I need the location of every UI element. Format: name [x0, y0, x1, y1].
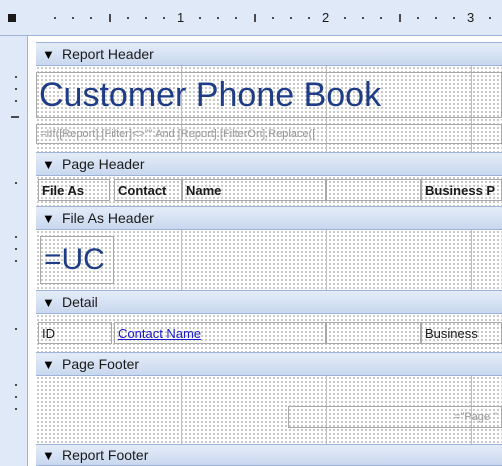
page-header-area[interactable]: File As Contact Name Business P	[36, 176, 502, 206]
detail-area[interactable]: ID Contact Name Business	[36, 314, 502, 352]
section-label: Page Footer	[62, 356, 140, 372]
ruler-tick	[271, 17, 274, 19]
section-bar-report-footer[interactable]: ▼ Report Footer	[36, 444, 502, 466]
ruler-tick	[90, 17, 93, 19]
filter-expression-textbox[interactable]: =IIf([Report].[Filter]<>"" And [Report].…	[36, 124, 502, 144]
arrow-icon: ▼	[42, 156, 55, 172]
ruler-tick	[15, 76, 17, 78]
contact-name-textbox[interactable]: Contact Name	[114, 322, 326, 344]
file-as-column-label[interactable]: File As	[38, 179, 110, 201]
ruler-tick	[362, 17, 365, 19]
business-phone-column-label[interactable]: Business P	[421, 179, 502, 201]
ruler-tick	[15, 182, 17, 184]
page-footer-area[interactable]: ="Page "	[36, 376, 502, 444]
ruler-tick	[416, 17, 419, 19]
ruler-tick	[11, 116, 19, 118]
ruler-tick	[15, 88, 17, 90]
arrow-icon: ▼	[42, 46, 55, 62]
blank-detail-textbox[interactable]	[326, 322, 421, 344]
section-bar-page-footer[interactable]: ▼ Page Footer	[36, 352, 502, 376]
ruler-tick	[452, 17, 455, 19]
name-column-label[interactable]: Name	[182, 179, 326, 201]
ruler-tick	[15, 408, 17, 410]
ruler-tick	[162, 17, 165, 19]
ruler-tick	[344, 17, 347, 19]
section-bar-report-header[interactable]: ▼ Report Header	[36, 42, 502, 66]
report-selector-icon[interactable]	[8, 14, 16, 22]
blank-column-label[interactable]	[326, 179, 421, 201]
ruler-tick	[72, 17, 75, 19]
ruler-tick	[144, 17, 147, 19]
report-header-area[interactable]: Customer Phone Book =IIf([Report].[Filte…	[36, 66, 502, 152]
ruler-tick	[15, 248, 17, 250]
ruler-tick	[307, 17, 310, 19]
ruler-tick	[15, 236, 17, 238]
ruler-tick	[126, 17, 129, 19]
vertical-ruler[interactable]	[0, 36, 28, 466]
section-label: Report Header	[62, 46, 154, 62]
page-number-textbox[interactable]: ="Page "	[288, 406, 502, 428]
ruler-tick	[253, 14, 256, 22]
file-as-header-area[interactable]: =UC	[36, 230, 502, 290]
section-label: Report Footer	[62, 447, 149, 463]
ruler-tick	[434, 17, 437, 19]
ruler-tick	[15, 260, 17, 262]
section-bar-detail[interactable]: ▼ Detail	[36, 290, 502, 314]
ruler-number: 1	[177, 10, 185, 25]
arrow-icon: ▼	[42, 294, 55, 310]
arrow-icon: ▼	[42, 356, 55, 372]
ruler-number: 2	[322, 10, 330, 25]
ruler-tick	[108, 14, 111, 22]
ruler-tick	[380, 17, 383, 19]
ruler-tick	[217, 17, 220, 19]
ruler-number: 3	[467, 10, 475, 25]
ruler-tick	[289, 17, 292, 19]
ruler-tick	[398, 14, 401, 22]
ruler-tick	[15, 384, 17, 386]
id-textbox[interactable]: ID	[38, 322, 112, 344]
section-label: Page Header	[62, 156, 145, 172]
ruler-tick	[54, 17, 57, 19]
report-title-label[interactable]: Customer Phone Book	[36, 72, 502, 118]
file-as-group-textbox[interactable]: =UC	[40, 236, 114, 284]
contact-column-label[interactable]: Contact	[114, 179, 182, 201]
section-label: File As Header	[62, 210, 154, 226]
ruler-tick	[15, 100, 17, 102]
section-bar-page-header[interactable]: ▼ Page Header	[36, 152, 502, 176]
section-bar-file-as-header[interactable]: ▼ File As Header	[36, 206, 502, 230]
horizontal-ruler[interactable]: 1 2 3	[0, 0, 502, 36]
ruler-tick	[15, 328, 17, 330]
ruler-tick	[489, 17, 492, 19]
business-phone-textbox[interactable]: Business	[421, 322, 502, 344]
arrow-icon: ▼	[42, 210, 55, 226]
ruler-tick	[235, 17, 238, 19]
arrow-icon: ▼	[42, 447, 55, 463]
ruler-tick	[15, 396, 17, 398]
section-label: Detail	[62, 294, 98, 310]
ruler-tick	[199, 17, 202, 19]
